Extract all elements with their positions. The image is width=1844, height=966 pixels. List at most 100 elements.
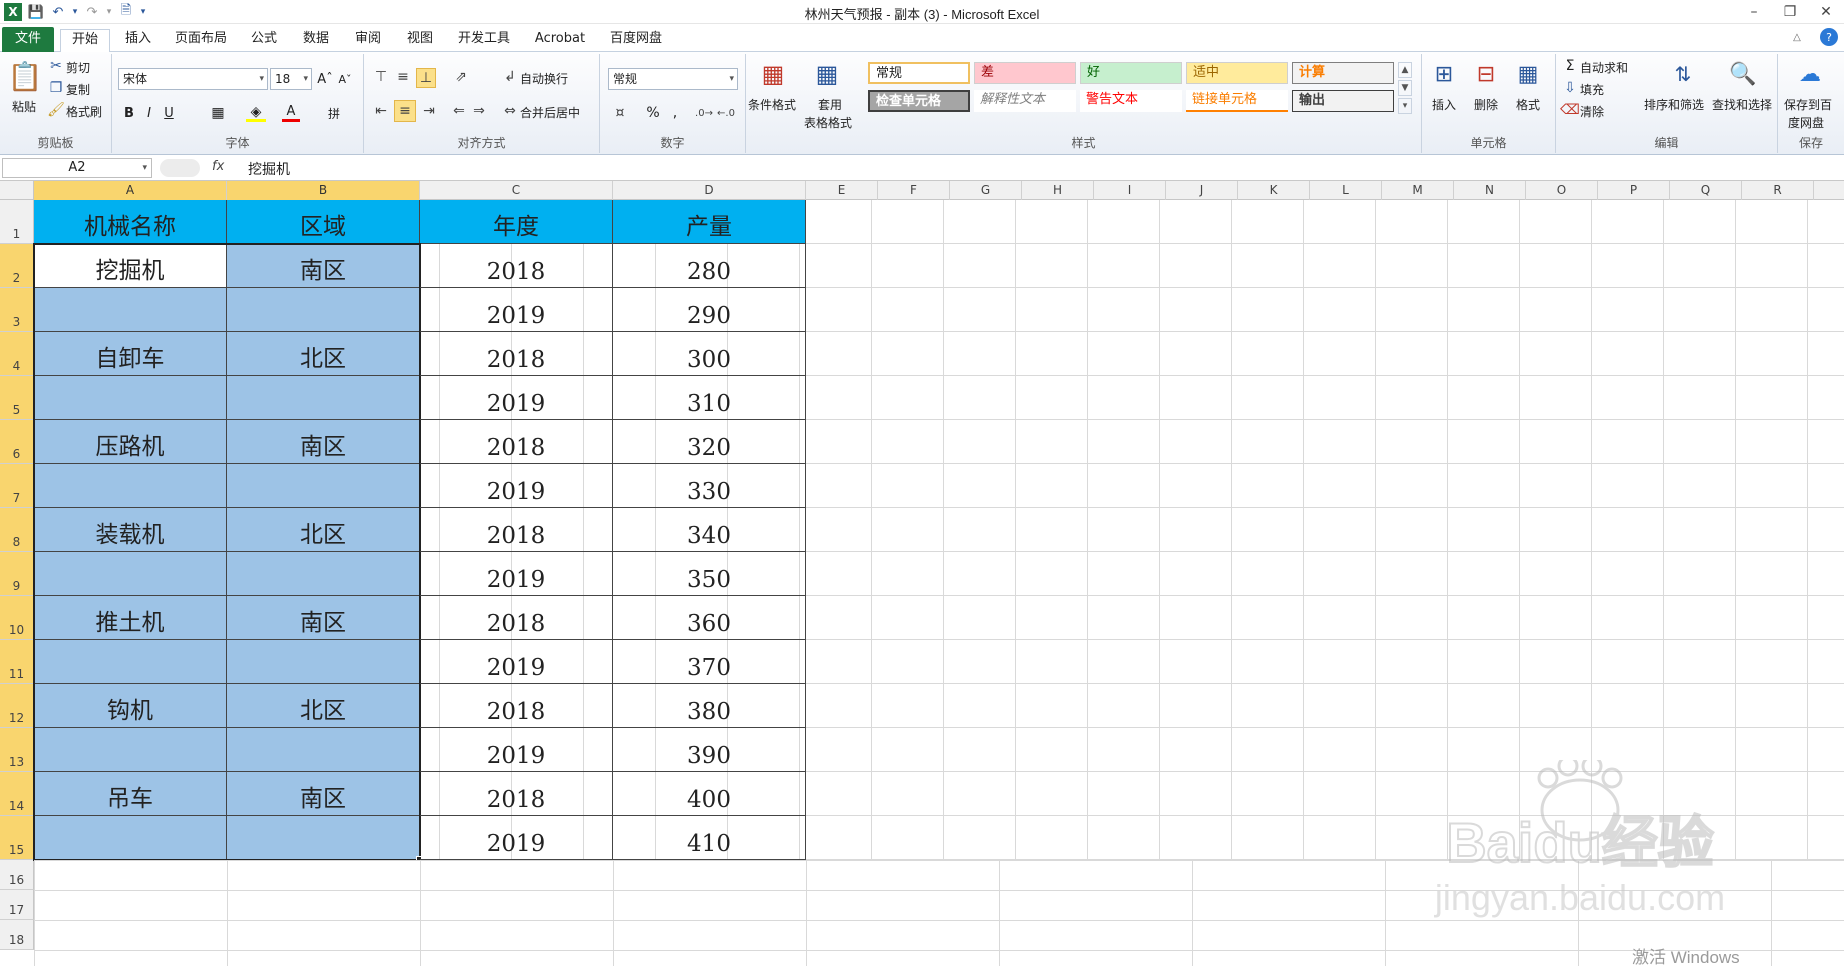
orientation-icon[interactable]: ⇗ bbox=[450, 68, 472, 86]
style-check-cell[interactable]: 检查单元格 bbox=[868, 90, 970, 112]
column-header-h[interactable]: H bbox=[1022, 181, 1094, 200]
fill-color-icon[interactable]: ◈ bbox=[246, 104, 266, 122]
output-cell[interactable]: 280 bbox=[613, 244, 806, 288]
row-header-16[interactable]: 16 bbox=[0, 860, 34, 890]
decrease-indent-icon[interactable]: ⇐ bbox=[450, 102, 468, 120]
fill-button[interactable]: 填充 bbox=[1580, 81, 1604, 98]
row-header-5[interactable]: 5 bbox=[0, 376, 34, 420]
header-region[interactable]: 区域 bbox=[227, 200, 420, 244]
row-header-15[interactable]: 15 bbox=[0, 816, 34, 860]
middle-align-icon[interactable]: ≡ bbox=[394, 68, 412, 86]
style-normal[interactable]: 常规 bbox=[868, 62, 970, 84]
row-header-7[interactable]: 7 bbox=[0, 464, 34, 508]
align-left-icon[interactable]: ⇤ bbox=[372, 102, 390, 120]
year-cell[interactable]: 2019 bbox=[420, 288, 613, 332]
column-header-f[interactable]: F bbox=[878, 181, 950, 200]
style-warning[interactable]: 警告文本 bbox=[1080, 90, 1182, 112]
top-align-icon[interactable]: ⊤ bbox=[372, 68, 390, 86]
style-bad[interactable]: 差 bbox=[974, 62, 1076, 84]
percent-icon[interactable]: % bbox=[644, 104, 662, 122]
year-cell[interactable]: 2018 bbox=[420, 332, 613, 376]
row-header-4[interactable]: 4 bbox=[0, 332, 34, 376]
column-header-q[interactable]: Q bbox=[1670, 181, 1742, 200]
header-output[interactable]: 产量 bbox=[613, 200, 806, 244]
column-header-m[interactable]: M bbox=[1382, 181, 1454, 200]
phonetic-icon[interactable]: 拼 bbox=[324, 104, 344, 122]
header-year[interactable]: 年度 bbox=[420, 200, 613, 244]
column-header-i[interactable]: I bbox=[1094, 181, 1166, 200]
output-cell[interactable]: 380 bbox=[613, 684, 806, 728]
column-header-e[interactable]: E bbox=[806, 181, 878, 200]
year-cell[interactable]: 2018 bbox=[420, 684, 613, 728]
year-cell[interactable]: 2019 bbox=[420, 376, 613, 420]
align-right-icon[interactable]: ⇥ bbox=[420, 102, 438, 120]
format-as-table-line1[interactable]: 套用 bbox=[818, 96, 842, 113]
column-header-a[interactable]: A bbox=[34, 181, 227, 200]
output-cell[interactable]: 310 bbox=[613, 376, 806, 420]
row-header-1[interactable]: 1 bbox=[0, 200, 34, 244]
formula-bar-expand[interactable] bbox=[160, 159, 200, 177]
sort-filter-button[interactable]: 排序和筛选 bbox=[1644, 96, 1704, 113]
increase-indent-icon[interactable]: ⇒ bbox=[470, 102, 488, 120]
style-linked-cell[interactable]: 链接单元格 bbox=[1186, 90, 1288, 112]
restore-icon[interactable]: ❐ bbox=[1772, 0, 1808, 24]
grow-font-icon[interactable]: Aˆ bbox=[316, 70, 334, 88]
row-header-10[interactable]: 10 bbox=[0, 596, 34, 640]
autosum-button[interactable]: 自动求和 bbox=[1580, 59, 1628, 76]
format-as-table-line2[interactable]: 表格格式 bbox=[804, 114, 852, 131]
output-cell[interactable]: 320 bbox=[613, 420, 806, 464]
column-header-j[interactable]: J bbox=[1166, 181, 1238, 200]
column-header-o[interactable]: O bbox=[1526, 181, 1598, 200]
row-header-11[interactable]: 11 bbox=[0, 640, 34, 684]
header-machine-name[interactable]: 机械名称 bbox=[34, 200, 227, 244]
tab-view[interactable]: 视图 bbox=[400, 29, 440, 52]
bottom-align-icon[interactable]: ⊥ bbox=[416, 68, 436, 88]
tab-insert[interactable]: 插入 bbox=[118, 29, 158, 52]
currency-icon[interactable]: ¤ bbox=[608, 104, 632, 122]
copy-button[interactable]: 复制 bbox=[66, 81, 90, 98]
formula-input[interactable]: 挖掘机 bbox=[248, 159, 290, 179]
font-color-icon[interactable]: A bbox=[282, 104, 300, 122]
output-cell[interactable]: 290 bbox=[613, 288, 806, 332]
output-cell[interactable]: 350 bbox=[613, 552, 806, 596]
name-box[interactable]: A2 ▾ bbox=[2, 158, 152, 178]
cut-button[interactable]: 剪切 bbox=[66, 59, 90, 76]
year-cell[interactable]: 2019 bbox=[420, 552, 613, 596]
year-cell[interactable]: 2018 bbox=[420, 508, 613, 552]
column-header-d[interactable]: D bbox=[613, 181, 806, 200]
column-header-p[interactable]: P bbox=[1598, 181, 1670, 200]
help-icon[interactable]: ? bbox=[1820, 28, 1838, 46]
paste-button[interactable]: 粘贴 bbox=[12, 98, 36, 115]
style-output[interactable]: 输出 bbox=[1292, 90, 1394, 112]
year-cell[interactable]: 2019 bbox=[420, 640, 613, 684]
font-name-combo[interactable]: 宋体 ▾ bbox=[118, 68, 268, 90]
decrease-decimal-icon[interactable]: ←.0 bbox=[716, 104, 736, 122]
row-header-2[interactable]: 2 bbox=[0, 244, 34, 288]
find-select-button[interactable]: 查找和选择 bbox=[1712, 96, 1772, 113]
tab-review[interactable]: 审阅 bbox=[348, 29, 388, 52]
font-size-combo[interactable]: 18 ▾ bbox=[270, 68, 312, 90]
row-header-13[interactable]: 13 bbox=[0, 728, 34, 772]
tab-formulas[interactable]: 公式 bbox=[244, 29, 284, 52]
tab-baidu-netdisk[interactable]: 百度网盘 bbox=[604, 29, 668, 52]
column-header-b[interactable]: B bbox=[227, 181, 420, 200]
borders-icon[interactable]: ▦ bbox=[208, 104, 228, 122]
row-header-9[interactable]: 9 bbox=[0, 552, 34, 596]
column-header-n[interactable]: N bbox=[1454, 181, 1526, 200]
column-header-c[interactable]: C bbox=[420, 181, 613, 200]
style-neutral[interactable]: 适中 bbox=[1186, 62, 1288, 84]
output-cell[interactable]: 370 bbox=[613, 640, 806, 684]
output-cell[interactable]: 300 bbox=[613, 332, 806, 376]
year-cell[interactable]: 2019 bbox=[420, 728, 613, 772]
underline-icon[interactable]: U bbox=[160, 104, 178, 122]
output-cell[interactable]: 390 bbox=[613, 728, 806, 772]
styles-scroll-up-icon[interactable]: ▲ bbox=[1398, 62, 1412, 78]
tab-acrobat[interactable]: Acrobat bbox=[528, 29, 592, 52]
year-cell[interactable]: 2018 bbox=[420, 244, 613, 288]
ribbon-minimize-icon[interactable]: △ bbox=[1790, 28, 1804, 46]
tab-home[interactable]: 开始 bbox=[60, 29, 110, 53]
close-icon[interactable]: ✕ bbox=[1808, 0, 1844, 24]
column-header-g[interactable]: G bbox=[950, 181, 1022, 200]
insert-function-icon[interactable]: fx bbox=[212, 159, 224, 174]
year-cell[interactable]: 2018 bbox=[420, 596, 613, 640]
